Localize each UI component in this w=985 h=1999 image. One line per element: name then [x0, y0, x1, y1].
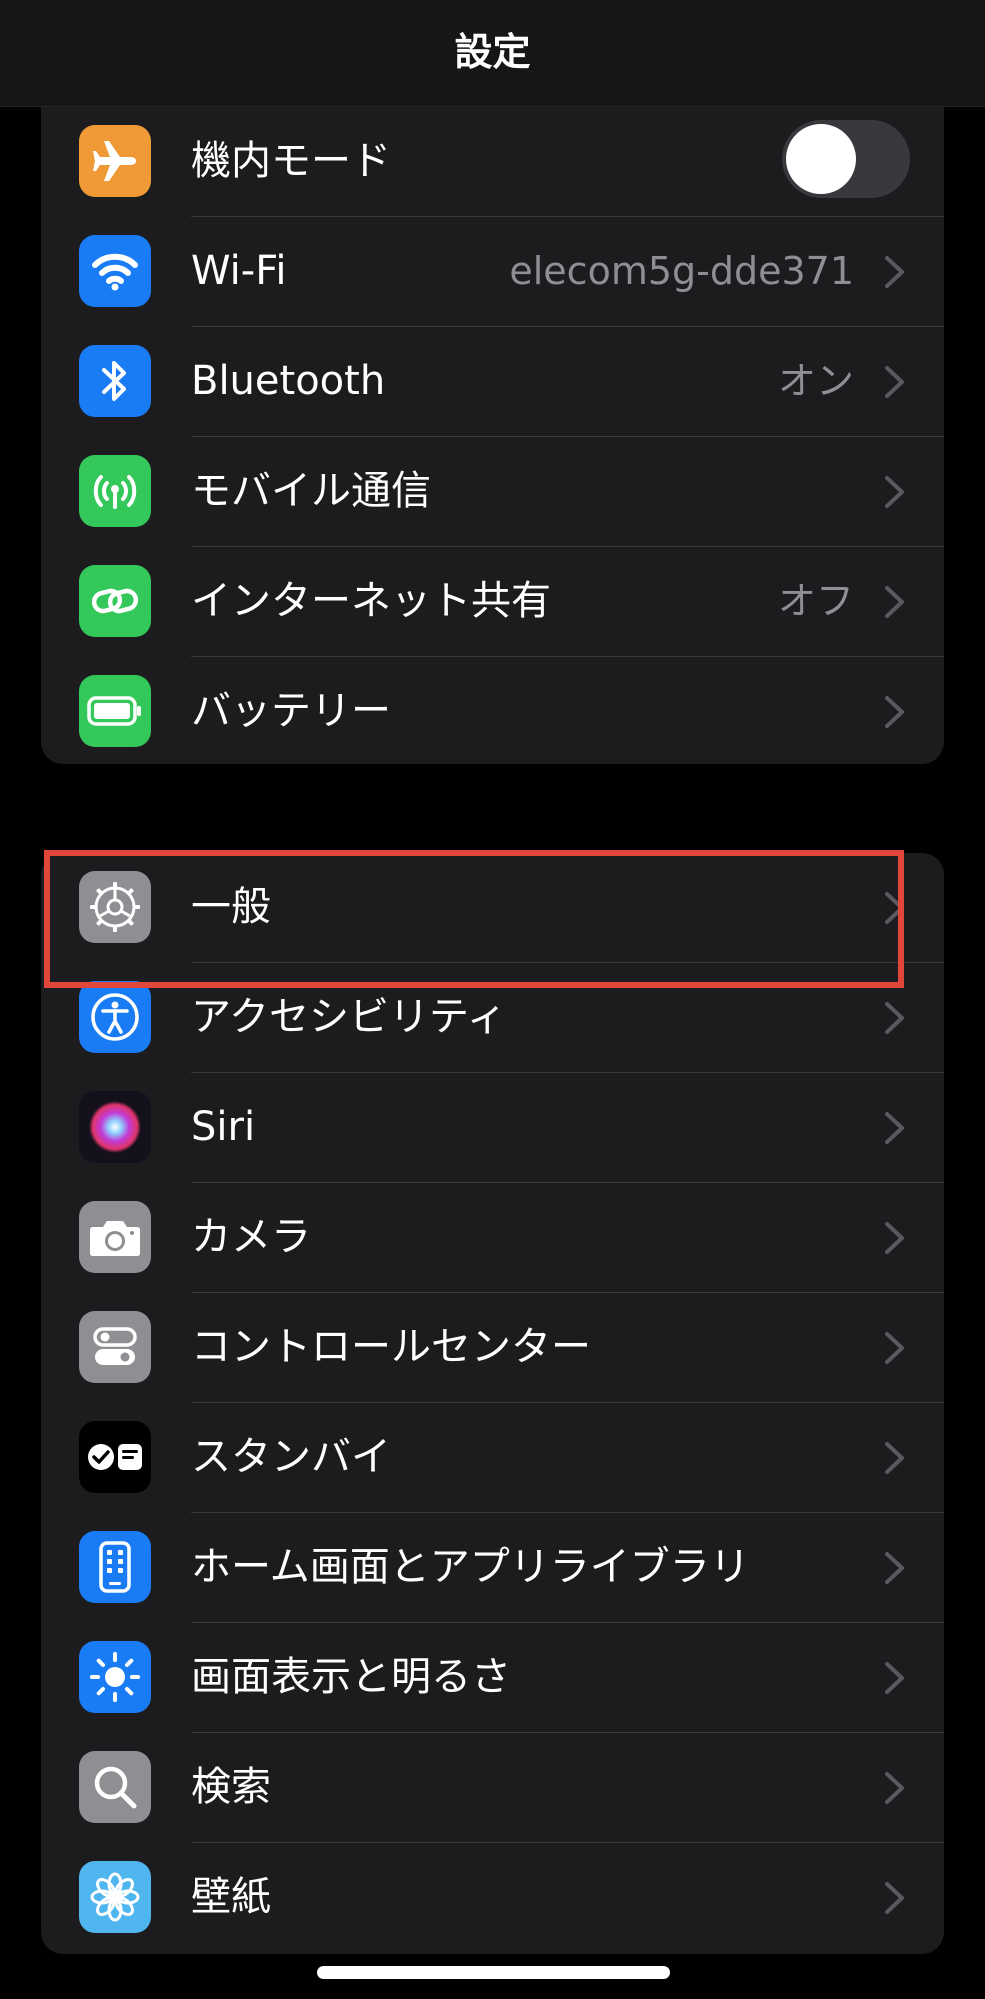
wifi-icon: [79, 235, 151, 307]
chevron-right-icon: [884, 585, 906, 619]
row-personal-hotspot[interactable]: インターネット共有 オフ: [41, 547, 944, 657]
airplane-mode-label: 機内モード: [191, 138, 391, 184]
battery-icon: [79, 675, 151, 747]
row-camera[interactable]: カメラ: [41, 1183, 944, 1293]
wallpaper-label: 壁紙: [191, 1874, 271, 1920]
link-icon: [79, 565, 151, 637]
standby-label: スタンバイ: [191, 1434, 391, 1480]
airplane-icon: [79, 125, 151, 197]
row-bluetooth[interactable]: Bluetooth オン: [41, 327, 944, 437]
siri-icon: [79, 1091, 151, 1163]
row-general[interactable]: 一般: [41, 853, 944, 963]
bluetooth-label: Bluetooth: [191, 358, 386, 404]
row-search[interactable]: 検索: [41, 1733, 944, 1843]
home-indicator: [317, 1966, 670, 1979]
mobile-data-label: モバイル通信: [191, 468, 431, 514]
row-accessibility[interactable]: アクセシビリティ: [41, 963, 944, 1073]
camera-icon: [79, 1201, 151, 1273]
chevron-right-icon: [884, 255, 906, 289]
navigation-bar: 設定: [0, 0, 985, 107]
chevron-right-icon: [884, 365, 906, 399]
switches-icon: [79, 1311, 151, 1383]
sun-icon: [79, 1641, 151, 1713]
search-label: 検索: [191, 1764, 271, 1810]
row-wifi[interactable]: Wi-Fi elecom5g-dde371: [41, 217, 944, 327]
personal-hotspot-label: インターネット共有: [191, 578, 551, 624]
settings-group-system: 一般 アクセシビリティ Siri カメラ コントロールセンター スタンバイ ホー…: [41, 853, 944, 1954]
chevron-right-icon: [884, 1661, 906, 1695]
row-home-screen[interactable]: ホーム画面とアプリライブラリ: [41, 1513, 944, 1623]
wifi-network-name: elecom5g-dde371: [509, 249, 854, 293]
phone-grid-icon: [79, 1531, 151, 1603]
chevron-right-icon: [884, 1771, 906, 1805]
antenna-icon: [79, 455, 151, 527]
row-battery[interactable]: バッテリー: [41, 657, 944, 764]
magnifier-icon: [79, 1751, 151, 1823]
control-center-label: コントロールセンター: [191, 1324, 591, 1370]
standby-icon: [79, 1421, 151, 1493]
row-siri[interactable]: Siri: [41, 1073, 944, 1183]
general-label: 一般: [191, 884, 271, 930]
chevron-right-icon: [884, 1881, 906, 1915]
gear-icon: [79, 871, 151, 943]
chevron-right-icon: [884, 1441, 906, 1475]
chevron-right-icon: [884, 1221, 906, 1255]
display-brightness-label: 画面表示と明るさ: [191, 1654, 511, 1700]
battery-label: バッテリー: [191, 688, 391, 734]
chevron-right-icon: [884, 695, 906, 729]
toggle-knob: [786, 124, 856, 194]
row-airplane-mode[interactable]: 機内モード: [41, 107, 944, 217]
home-screen-label: ホーム画面とアプリライブラリ: [191, 1544, 750, 1590]
chevron-right-icon: [884, 1001, 906, 1035]
row-standby[interactable]: スタンバイ: [41, 1403, 944, 1513]
bluetooth-status: オン: [777, 359, 854, 403]
airplane-mode-toggle[interactable]: [782, 120, 910, 198]
siri-label: Siri: [191, 1104, 256, 1150]
camera-label: カメラ: [191, 1214, 311, 1260]
bluetooth-icon: [79, 345, 151, 417]
chevron-right-icon: [884, 475, 906, 509]
wifi-label: Wi-Fi: [191, 248, 287, 294]
chevron-right-icon: [884, 1111, 906, 1145]
page-title: 設定: [454, 30, 531, 74]
personal-hotspot-status: オフ: [777, 579, 854, 623]
accessibility-icon: [79, 981, 151, 1053]
row-control-center[interactable]: コントロールセンター: [41, 1293, 944, 1403]
row-wallpaper[interactable]: 壁紙: [41, 1843, 944, 1953]
chevron-right-icon: [884, 1551, 906, 1585]
row-display-brightness[interactable]: 画面表示と明るさ: [41, 1623, 944, 1733]
chevron-right-icon: [884, 1331, 906, 1365]
accessibility-label: アクセシビリティ: [191, 994, 507, 1040]
flower-icon: [79, 1861, 151, 1933]
chevron-right-icon: [884, 891, 906, 925]
row-mobile-data[interactable]: モバイル通信: [41, 437, 944, 547]
settings-group-connectivity: 機内モード Wi-Fi elecom5g-dde371 Bluetooth オン: [41, 107, 944, 764]
